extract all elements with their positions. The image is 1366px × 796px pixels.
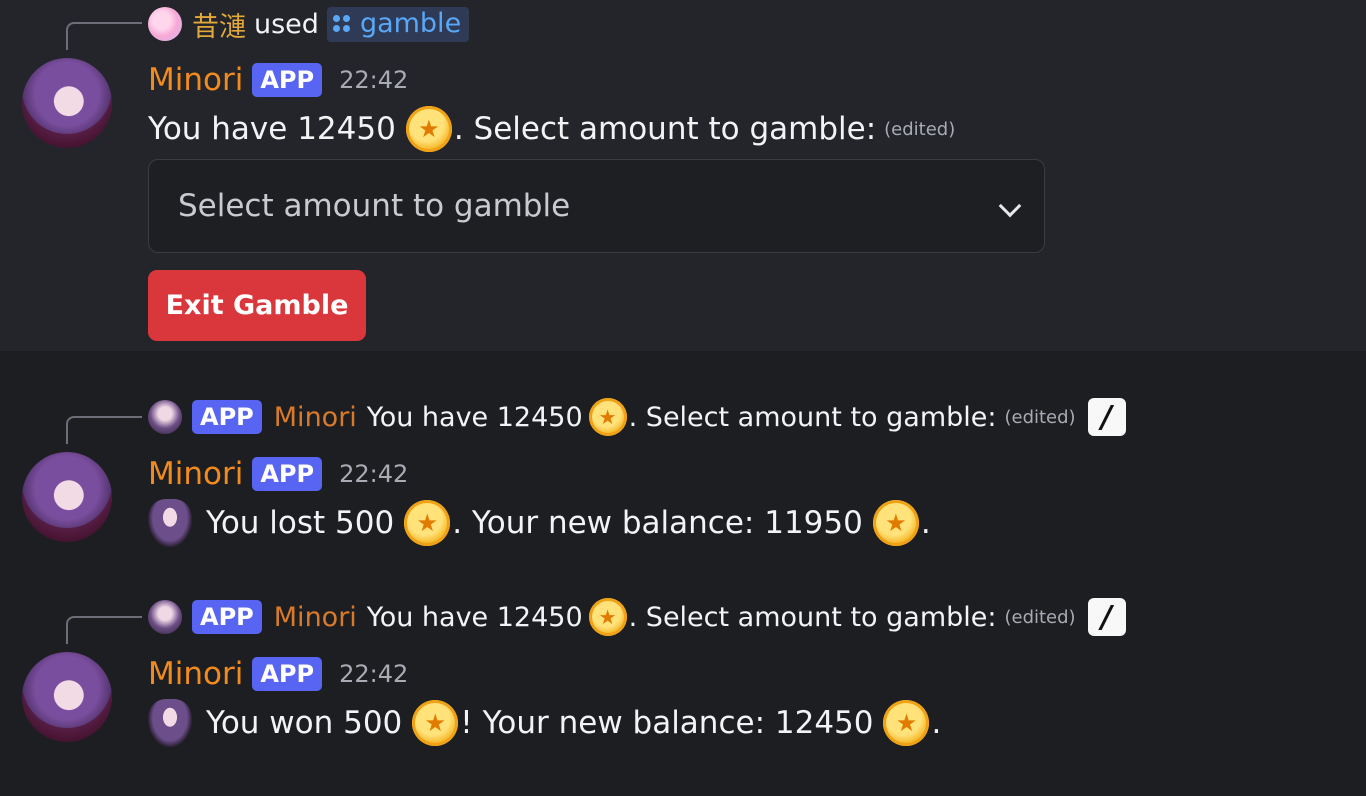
gamble-result-message: APP Minori You have 12450 ★ . Select amo…	[0, 351, 1366, 571]
message-content: You won 500 ★ ! Your new balance: 12450 …	[148, 697, 941, 749]
coin-star-icon: ★	[872, 500, 919, 546]
app-badge: APP	[252, 457, 323, 491]
app-command-icon	[332, 14, 350, 32]
timestamp[interactable]: 22:42	[339, 66, 408, 94]
reply-preview-text[interactable]: You have 12450 ★ . Select amount to gamb…	[367, 598, 1076, 636]
app-badge: APP	[192, 400, 262, 434]
coin-star-icon: ★	[405, 106, 452, 152]
balance-text: You have 12450	[148, 111, 396, 147]
edited-label: (edited)	[1004, 606, 1076, 628]
minori-chibi-icon	[148, 699, 192, 747]
period-text: .	[931, 705, 942, 741]
coin-star-icon: ★	[404, 500, 451, 546]
gamble-result-message: APP Minori You have 12450 ★ . Select amo…	[0, 571, 1366, 796]
timestamp[interactable]: 22:42	[339, 460, 408, 488]
used-label: used	[254, 8, 319, 40]
app-badge: APP	[252, 63, 323, 97]
prompt-text: . Select amount to gamble:	[453, 111, 877, 147]
reply-balance-text: You have 12450	[366, 601, 583, 633]
period-text: .	[920, 505, 931, 541]
slash-command-icon: /	[1087, 598, 1126, 636]
author-name[interactable]: Minori	[148, 656, 243, 692]
message-header: Minori APP 22:42	[148, 654, 408, 694]
message-header: Minori APP 22:42	[148, 60, 408, 100]
reply-balance-text: You have 12450	[366, 401, 583, 433]
result-reply-header[interactable]: APP Minori You have 12450 ★ . Select amo…	[148, 397, 1126, 437]
slash-command-icon: /	[1087, 398, 1126, 436]
result-text: You won 500	[206, 705, 403, 741]
new-balance-text: ! Your new balance: 12450	[460, 705, 874, 741]
reply-connector	[66, 22, 142, 50]
command-label: gamble	[359, 7, 462, 39]
minori-chibi-icon	[148, 499, 192, 547]
select-placeholder: Select amount to gamble	[178, 188, 571, 224]
exit-gamble-button[interactable]: Exit Gamble	[148, 270, 366, 341]
message-header: Minori APP 22:42	[148, 454, 408, 494]
new-balance-text: . Your new balance: 11950	[452, 505, 863, 541]
minori-avatar[interactable]	[22, 452, 112, 542]
result-reply-header[interactable]: APP Minori You have 12450 ★ . Select amo…	[148, 597, 1126, 637]
app-badge: APP	[192, 600, 262, 634]
author-name[interactable]: Minori	[148, 456, 243, 492]
minori-avatar[interactable]	[22, 652, 112, 742]
reply-preview-text[interactable]: You have 12450 ★ . Select amount to gamb…	[367, 398, 1076, 436]
command-user-avatar[interactable]	[148, 7, 182, 41]
chevron-down-icon	[998, 194, 1022, 218]
reply-avatar	[148, 400, 182, 434]
app-badge: APP	[252, 657, 323, 691]
coin-star-icon: ★	[588, 398, 627, 436]
reply-prompt-text: . Select amount to gamble:	[628, 401, 997, 433]
minori-avatar[interactable]	[22, 58, 112, 148]
coin-star-icon: ★	[412, 700, 459, 746]
author-name[interactable]: Minori	[148, 62, 243, 98]
reply-avatar	[148, 600, 182, 634]
reply-author-name[interactable]: Minori	[274, 402, 357, 433]
command-user-name[interactable]: 昔漣	[192, 5, 246, 44]
edited-label: (edited)	[884, 118, 956, 140]
coin-star-icon: ★	[588, 598, 627, 636]
command-reply-header[interactable]: 昔漣 used gamble	[148, 4, 470, 44]
coin-star-icon: ★	[883, 700, 930, 746]
amount-select-dropdown[interactable]: Select amount to gamble	[148, 159, 1045, 253]
timestamp[interactable]: 22:42	[339, 660, 408, 688]
reply-connector	[66, 616, 142, 644]
command-name[interactable]: gamble	[326, 6, 470, 42]
result-text: You lost 500	[206, 505, 395, 541]
edited-label: (edited)	[1004, 406, 1076, 428]
gamble-command-message: 昔漣 used gamble Minori APP 22:42 You have…	[0, 0, 1366, 351]
message-content: You lost 500 ★ . Your new balance: 11950…	[148, 497, 931, 549]
reply-author-name[interactable]: Minori	[274, 602, 357, 633]
message-content: You have 12450 ★ . Select amount to gamb…	[148, 104, 955, 154]
reply-connector	[66, 416, 142, 444]
reply-prompt-text: . Select amount to gamble:	[628, 601, 997, 633]
